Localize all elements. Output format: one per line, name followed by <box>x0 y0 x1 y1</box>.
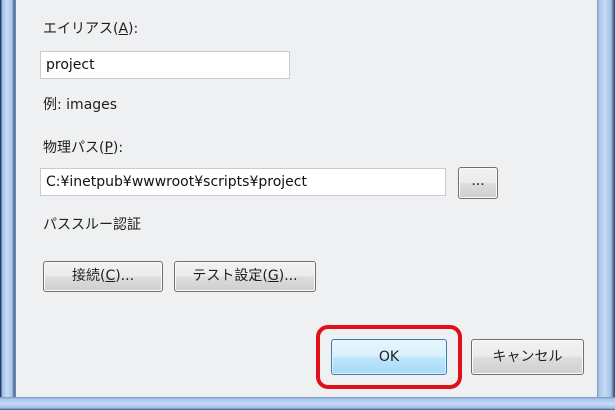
ok-button-highlight <box>316 325 462 389</box>
passthrough-auth-label: パススルー認証 <box>43 217 141 233</box>
physical-path-input[interactable]: C:¥inetpub¥wwwroot¥scripts¥project <box>40 168 446 196</box>
physical-path-label: 物理パス(P): <box>43 137 123 157</box>
test-settings-button[interactable]: テスト設定(G)... <box>174 261 316 292</box>
alias-example-text: 例: images <box>43 97 118 113</box>
physical-path-label-suffix: ): <box>112 140 124 156</box>
window-frame-right <box>597 0 615 410</box>
alias-label-suffix: ): <box>128 21 139 37</box>
physical-path-access-key: P <box>104 140 113 156</box>
alias-label-prefix: エイリアス( <box>43 21 119 37</box>
connect-label-suffix: )... <box>115 268 135 284</box>
window-frame-bottom <box>0 397 615 410</box>
connect-as-button[interactable]: 接続(C)... <box>43 261 163 292</box>
test-settings-label-suffix: )... <box>278 268 298 284</box>
connect-access-key: C <box>105 268 116 284</box>
browse-button[interactable]: ... <box>458 167 498 199</box>
test-settings-label-prefix: テスト設定( <box>192 268 268 284</box>
alias-input[interactable]: project <box>40 51 290 79</box>
window-frame-left <box>0 0 16 410</box>
alias-label: エイリアス(A): <box>43 18 138 38</box>
connect-label-prefix: 接続( <box>71 268 106 284</box>
test-settings-access-key: G <box>267 268 279 284</box>
alias-access-key: A <box>118 21 129 37</box>
cancel-button[interactable]: キャンセル <box>471 339 584 375</box>
physical-path-label-prefix: 物理パス( <box>43 140 105 156</box>
